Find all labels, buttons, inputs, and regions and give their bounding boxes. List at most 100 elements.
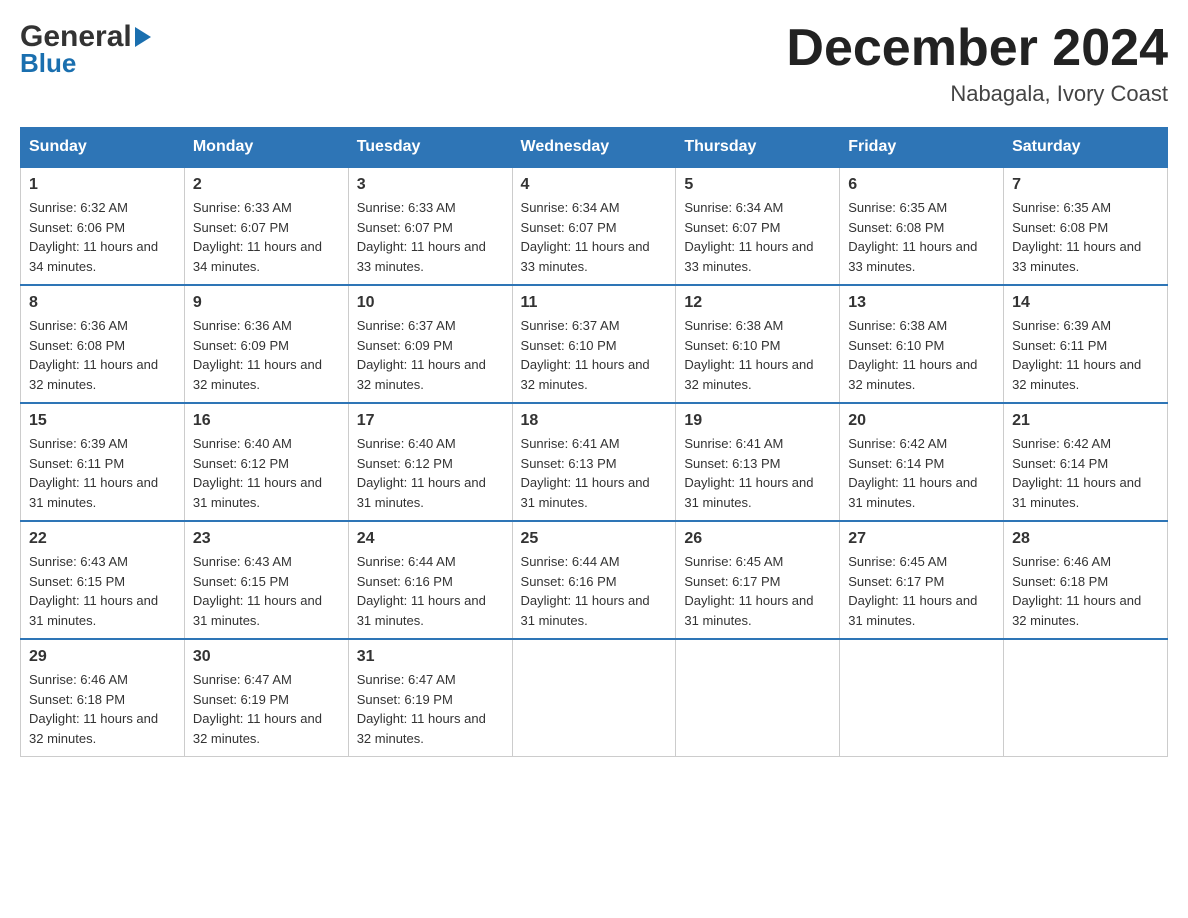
month-title: December 2024 (786, 20, 1168, 77)
calendar-header-row: Sunday Monday Tuesday Wednesday Thursday… (21, 128, 1168, 168)
day-number: 17 (357, 412, 504, 430)
calendar-week-2: 8 Sunrise: 6:36 AM Sunset: 6:08 PM Dayli… (21, 285, 1168, 403)
day-info: Sunrise: 6:46 AM Sunset: 6:18 PM Dayligh… (1012, 552, 1159, 630)
day-info: Sunrise: 6:42 AM Sunset: 6:14 PM Dayligh… (848, 434, 995, 512)
day-info: Sunrise: 6:39 AM Sunset: 6:11 PM Dayligh… (29, 434, 176, 512)
calendar-day-31: 31 Sunrise: 6:47 AM Sunset: 6:19 PM Dayl… (348, 639, 512, 757)
day-info: Sunrise: 6:38 AM Sunset: 6:10 PM Dayligh… (684, 316, 831, 394)
calendar-day-11: 11 Sunrise: 6:37 AM Sunset: 6:10 PM Dayl… (512, 285, 676, 403)
calendar-day-14: 14 Sunrise: 6:39 AM Sunset: 6:11 PM Dayl… (1004, 285, 1168, 403)
calendar-day-27: 27 Sunrise: 6:45 AM Sunset: 6:17 PM Dayl… (840, 521, 1004, 639)
calendar-day-25: 25 Sunrise: 6:44 AM Sunset: 6:16 PM Dayl… (512, 521, 676, 639)
calendar-day-empty (676, 639, 840, 757)
day-number: 27 (848, 530, 995, 548)
day-number: 4 (521, 176, 668, 194)
day-info: Sunrise: 6:34 AM Sunset: 6:07 PM Dayligh… (684, 198, 831, 276)
day-info: Sunrise: 6:47 AM Sunset: 6:19 PM Dayligh… (357, 670, 504, 748)
day-number: 18 (521, 412, 668, 430)
day-info: Sunrise: 6:35 AM Sunset: 6:08 PM Dayligh… (1012, 198, 1159, 276)
day-info: Sunrise: 6:34 AM Sunset: 6:07 PM Dayligh… (521, 198, 668, 276)
day-info: Sunrise: 6:36 AM Sunset: 6:08 PM Dayligh… (29, 316, 176, 394)
title-block: December 2024 Nabagala, Ivory Coast (786, 20, 1168, 107)
day-number: 1 (29, 176, 176, 194)
calendar-day-empty (840, 639, 1004, 757)
day-info: Sunrise: 6:44 AM Sunset: 6:16 PM Dayligh… (357, 552, 504, 630)
day-info: Sunrise: 6:44 AM Sunset: 6:16 PM Dayligh… (521, 552, 668, 630)
logo-blue-text: Blue (20, 48, 76, 79)
day-number: 31 (357, 648, 504, 666)
page-header: General Blue December 2024 Nabagala, Ivo… (20, 20, 1168, 107)
logo-arrow-icon (135, 27, 151, 47)
calendar-day-2: 2 Sunrise: 6:33 AM Sunset: 6:07 PM Dayli… (184, 167, 348, 285)
day-number: 21 (1012, 412, 1159, 430)
day-number: 12 (684, 294, 831, 312)
day-number: 16 (193, 412, 340, 430)
calendar-week-4: 22 Sunrise: 6:43 AM Sunset: 6:15 PM Dayl… (21, 521, 1168, 639)
calendar-day-12: 12 Sunrise: 6:38 AM Sunset: 6:10 PM Dayl… (676, 285, 840, 403)
calendar-day-5: 5 Sunrise: 6:34 AM Sunset: 6:07 PM Dayli… (676, 167, 840, 285)
day-number: 14 (1012, 294, 1159, 312)
day-info: Sunrise: 6:42 AM Sunset: 6:14 PM Dayligh… (1012, 434, 1159, 512)
day-info: Sunrise: 6:33 AM Sunset: 6:07 PM Dayligh… (193, 198, 340, 276)
calendar-day-4: 4 Sunrise: 6:34 AM Sunset: 6:07 PM Dayli… (512, 167, 676, 285)
calendar-day-29: 29 Sunrise: 6:46 AM Sunset: 6:18 PM Dayl… (21, 639, 185, 757)
location-text: Nabagala, Ivory Coast (786, 81, 1168, 107)
calendar-week-3: 15 Sunrise: 6:39 AM Sunset: 6:11 PM Dayl… (21, 403, 1168, 521)
calendar-day-26: 26 Sunrise: 6:45 AM Sunset: 6:17 PM Dayl… (676, 521, 840, 639)
calendar-day-23: 23 Sunrise: 6:43 AM Sunset: 6:15 PM Dayl… (184, 521, 348, 639)
day-number: 19 (684, 412, 831, 430)
calendar-day-19: 19 Sunrise: 6:41 AM Sunset: 6:13 PM Dayl… (676, 403, 840, 521)
day-number: 20 (848, 412, 995, 430)
day-number: 2 (193, 176, 340, 194)
day-number: 5 (684, 176, 831, 194)
day-info: Sunrise: 6:45 AM Sunset: 6:17 PM Dayligh… (684, 552, 831, 630)
calendar-week-5: 29 Sunrise: 6:46 AM Sunset: 6:18 PM Dayl… (21, 639, 1168, 757)
day-number: 3 (357, 176, 504, 194)
calendar-day-13: 13 Sunrise: 6:38 AM Sunset: 6:10 PM Dayl… (840, 285, 1004, 403)
calendar-day-7: 7 Sunrise: 6:35 AM Sunset: 6:08 PM Dayli… (1004, 167, 1168, 285)
day-info: Sunrise: 6:37 AM Sunset: 6:10 PM Dayligh… (521, 316, 668, 394)
day-info: Sunrise: 6:37 AM Sunset: 6:09 PM Dayligh… (357, 316, 504, 394)
calendar-day-16: 16 Sunrise: 6:40 AM Sunset: 6:12 PM Dayl… (184, 403, 348, 521)
logo: General Blue (20, 20, 151, 79)
day-number: 25 (521, 530, 668, 548)
day-number: 6 (848, 176, 995, 194)
day-info: Sunrise: 6:39 AM Sunset: 6:11 PM Dayligh… (1012, 316, 1159, 394)
calendar-day-10: 10 Sunrise: 6:37 AM Sunset: 6:09 PM Dayl… (348, 285, 512, 403)
day-number: 24 (357, 530, 504, 548)
calendar-day-6: 6 Sunrise: 6:35 AM Sunset: 6:08 PM Dayli… (840, 167, 1004, 285)
day-number: 10 (357, 294, 504, 312)
day-info: Sunrise: 6:40 AM Sunset: 6:12 PM Dayligh… (357, 434, 504, 512)
day-number: 22 (29, 530, 176, 548)
calendar-day-28: 28 Sunrise: 6:46 AM Sunset: 6:18 PM Dayl… (1004, 521, 1168, 639)
calendar-day-9: 9 Sunrise: 6:36 AM Sunset: 6:09 PM Dayli… (184, 285, 348, 403)
day-info: Sunrise: 6:36 AM Sunset: 6:09 PM Dayligh… (193, 316, 340, 394)
calendar-day-21: 21 Sunrise: 6:42 AM Sunset: 6:14 PM Dayl… (1004, 403, 1168, 521)
col-sunday: Sunday (21, 128, 185, 168)
calendar-table: Sunday Monday Tuesday Wednesday Thursday… (20, 127, 1168, 757)
day-info: Sunrise: 6:47 AM Sunset: 6:19 PM Dayligh… (193, 670, 340, 748)
day-info: Sunrise: 6:33 AM Sunset: 6:07 PM Dayligh… (357, 198, 504, 276)
day-number: 26 (684, 530, 831, 548)
col-friday: Friday (840, 128, 1004, 168)
day-info: Sunrise: 6:43 AM Sunset: 6:15 PM Dayligh… (29, 552, 176, 630)
day-number: 11 (521, 294, 668, 312)
calendar-day-18: 18 Sunrise: 6:41 AM Sunset: 6:13 PM Dayl… (512, 403, 676, 521)
col-thursday: Thursday (676, 128, 840, 168)
calendar-week-1: 1 Sunrise: 6:32 AM Sunset: 6:06 PM Dayli… (21, 167, 1168, 285)
day-info: Sunrise: 6:46 AM Sunset: 6:18 PM Dayligh… (29, 670, 176, 748)
day-info: Sunrise: 6:41 AM Sunset: 6:13 PM Dayligh… (521, 434, 668, 512)
day-info: Sunrise: 6:40 AM Sunset: 6:12 PM Dayligh… (193, 434, 340, 512)
calendar-day-17: 17 Sunrise: 6:40 AM Sunset: 6:12 PM Dayl… (348, 403, 512, 521)
calendar-day-22: 22 Sunrise: 6:43 AM Sunset: 6:15 PM Dayl… (21, 521, 185, 639)
col-tuesday: Tuesday (348, 128, 512, 168)
day-info: Sunrise: 6:32 AM Sunset: 6:06 PM Dayligh… (29, 198, 176, 276)
col-wednesday: Wednesday (512, 128, 676, 168)
calendar-day-empty (512, 639, 676, 757)
calendar-day-3: 3 Sunrise: 6:33 AM Sunset: 6:07 PM Dayli… (348, 167, 512, 285)
calendar-day-30: 30 Sunrise: 6:47 AM Sunset: 6:19 PM Dayl… (184, 639, 348, 757)
calendar-day-8: 8 Sunrise: 6:36 AM Sunset: 6:08 PM Dayli… (21, 285, 185, 403)
day-number: 29 (29, 648, 176, 666)
day-number: 30 (193, 648, 340, 666)
day-info: Sunrise: 6:43 AM Sunset: 6:15 PM Dayligh… (193, 552, 340, 630)
